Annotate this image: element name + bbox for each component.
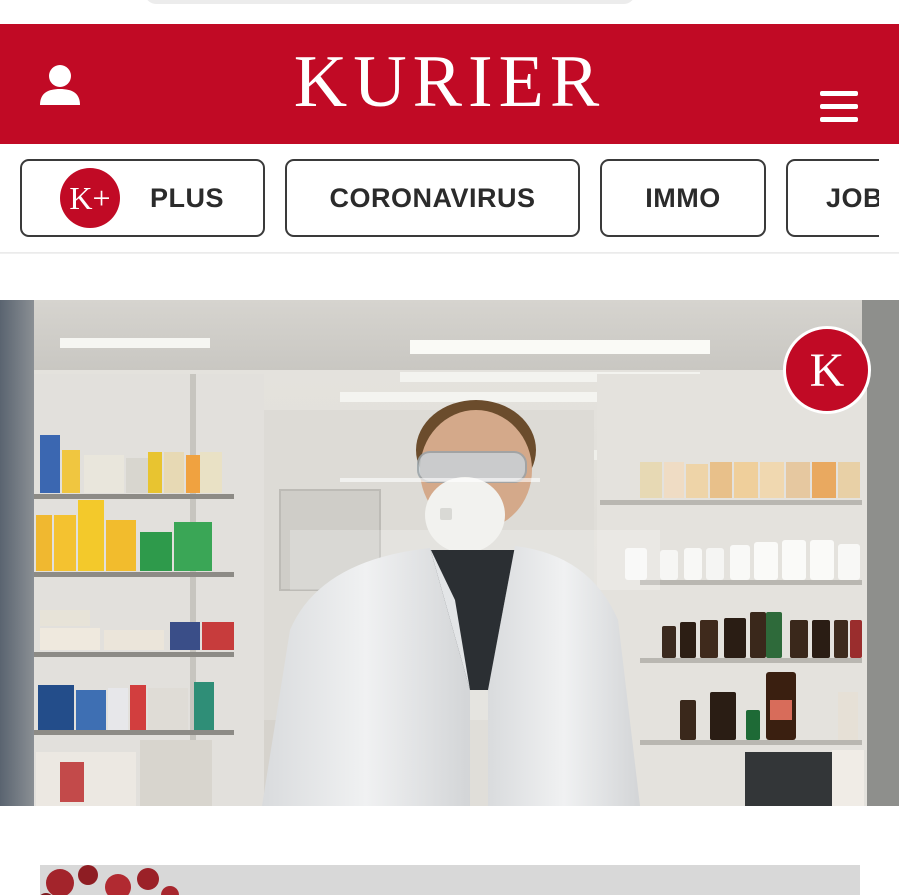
nav-button-plus[interactable]: K+ PLUS (20, 159, 265, 237)
nav-button-immo[interactable]: IMMO (600, 159, 766, 237)
address-pill (145, 0, 635, 4)
nav-button-label: JOB (826, 182, 879, 213)
category-nav: K+ PLUS CORONAVIRUS IMMO JOB (0, 144, 899, 254)
hero-video[interactable]: K (0, 300, 899, 806)
address-bar-remnant (0, 0, 899, 24)
nav-button-label: PLUS (150, 182, 225, 213)
kplus-icon: K+ (60, 168, 120, 228)
nav-button-label: CORONAVIRUS (329, 182, 536, 213)
page: KURIER K+ PLUS CORONAVIRUS IMMO JOB K (0, 0, 899, 895)
hamburger-menu-icon[interactable] (820, 91, 858, 123)
site-logo[interactable]: KURIER (0, 42, 899, 122)
coronavirus-icon (40, 865, 179, 895)
nav-button-job[interactable]: JOB (786, 159, 879, 237)
nav-button-coronavirus[interactable]: CORONAVIRUS (285, 159, 580, 237)
kurier-k-logo-icon: K (783, 326, 871, 414)
category-nav-scroller[interactable]: K+ PLUS CORONAVIRUS IMMO JOB (0, 144, 879, 254)
next-article-teaser[interactable] (40, 865, 860, 895)
nav-button-label: IMMO (645, 182, 721, 213)
pharmacy-scene-image (0, 300, 899, 806)
nav-divider (0, 252, 899, 254)
site-header: KURIER (0, 24, 899, 144)
